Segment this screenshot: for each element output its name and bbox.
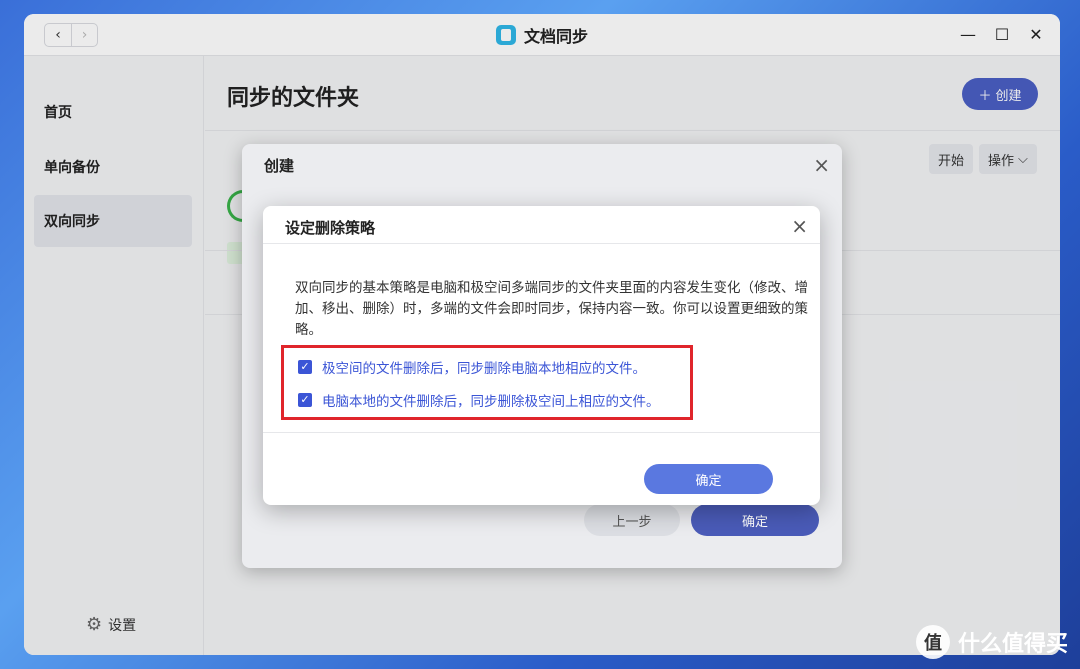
create-dialog-title: 创建 <box>264 157 295 175</box>
highlight-box: ✓ 极空间的文件删除后，同步删除电脑本地相应的文件。 ✓ 电脑本地的文件删除后，… <box>281 345 693 420</box>
dialog-header: 设定删除策略 × <box>263 206 820 244</box>
sidebar: 首页 单向备份 双向同步 ⚙ 设置 <box>24 56 204 655</box>
sidebar-item-home[interactable]: 首页 <box>34 86 192 138</box>
create-button-label: 创建 <box>995 88 1022 104</box>
header-divider <box>205 130 1060 131</box>
actions-label: 操作 <box>988 153 1015 169</box>
chevron-down-icon: ⌵ <box>1018 151 1028 167</box>
forward-button[interactable]: › <box>70 24 97 46</box>
confirm-button[interactable]: 确定 <box>644 464 773 494</box>
footer-divider <box>263 432 820 433</box>
previous-step-button[interactable]: 上一步 <box>584 504 680 536</box>
start-button[interactable]: 开始 <box>929 144 974 174</box>
app-title: 文档同步 <box>495 23 589 47</box>
close-icon[interactable]: ✕ <box>1028 24 1044 44</box>
close-icon[interactable]: × <box>813 153 830 177</box>
app-title-text: 文档同步 <box>523 27 589 46</box>
option-label: 电脑本地的文件删除后，同步删除极空间上相应的文件。 <box>322 394 660 410</box>
watermark: 值 什么值得买 <box>915 625 1068 659</box>
minimize-icon[interactable]: — <box>960 24 976 44</box>
policy-description: 双向同步的基本策略是电脑和极空间多端同步的文件夹里面的内容发生变化（修改、增加、… <box>295 280 808 338</box>
option-remote-delete[interactable]: ✓ 极空间的文件删除后，同步删除电脑本地相应的文件。 <box>298 357 646 377</box>
document-sync-icon <box>495 25 516 45</box>
option-label: 极空间的文件删除后，同步删除电脑本地相应的文件。 <box>322 361 646 377</box>
sidebar-item-one-way-backup[interactable]: 单向备份 <box>34 141 192 193</box>
checkbox-checked-icon[interactable]: ✓ <box>298 393 312 407</box>
nav-buttons: ‹ › <box>44 23 98 47</box>
watermark-logo-icon: 值 <box>915 625 950 659</box>
create-button[interactable]: ＋ 创建 <box>962 78 1038 110</box>
title-bar: ‹ › 文档同步 — ☐ ✕ <box>24 14 1060 56</box>
window-controls: — ☐ ✕ <box>960 24 1044 44</box>
plus-icon: ＋ <box>978 88 992 104</box>
page-title: 同步的文件夹 <box>227 86 360 111</box>
sidebar-item-two-way-sync[interactable]: 双向同步 <box>34 195 192 247</box>
close-icon[interactable]: × <box>791 214 808 238</box>
checkbox-checked-icon[interactable]: ✓ <box>298 360 312 374</box>
option-local-delete[interactable]: ✓ 电脑本地的文件删除后，同步删除极空间上相应的文件。 <box>298 390 660 410</box>
maximize-icon[interactable]: ☐ <box>994 24 1010 44</box>
back-button[interactable]: ‹ <box>45 24 71 46</box>
settings-label: 设置 <box>108 617 137 634</box>
settings-button[interactable]: ⚙ 设置 <box>86 614 136 635</box>
dialog-title: 设定删除策略 <box>285 219 376 237</box>
create-confirm-button[interactable]: 确定 <box>691 504 819 536</box>
gear-icon: ⚙ <box>86 614 103 635</box>
watermark-text: 什么值得买 <box>957 632 1068 657</box>
delete-policy-dialog: 设定删除策略 × 双向同步的基本策略是电脑和极空间多端同步的文件夹里面的内容发生… <box>263 206 820 505</box>
actions-dropdown[interactable]: 操作 ⌵ <box>979 144 1037 174</box>
